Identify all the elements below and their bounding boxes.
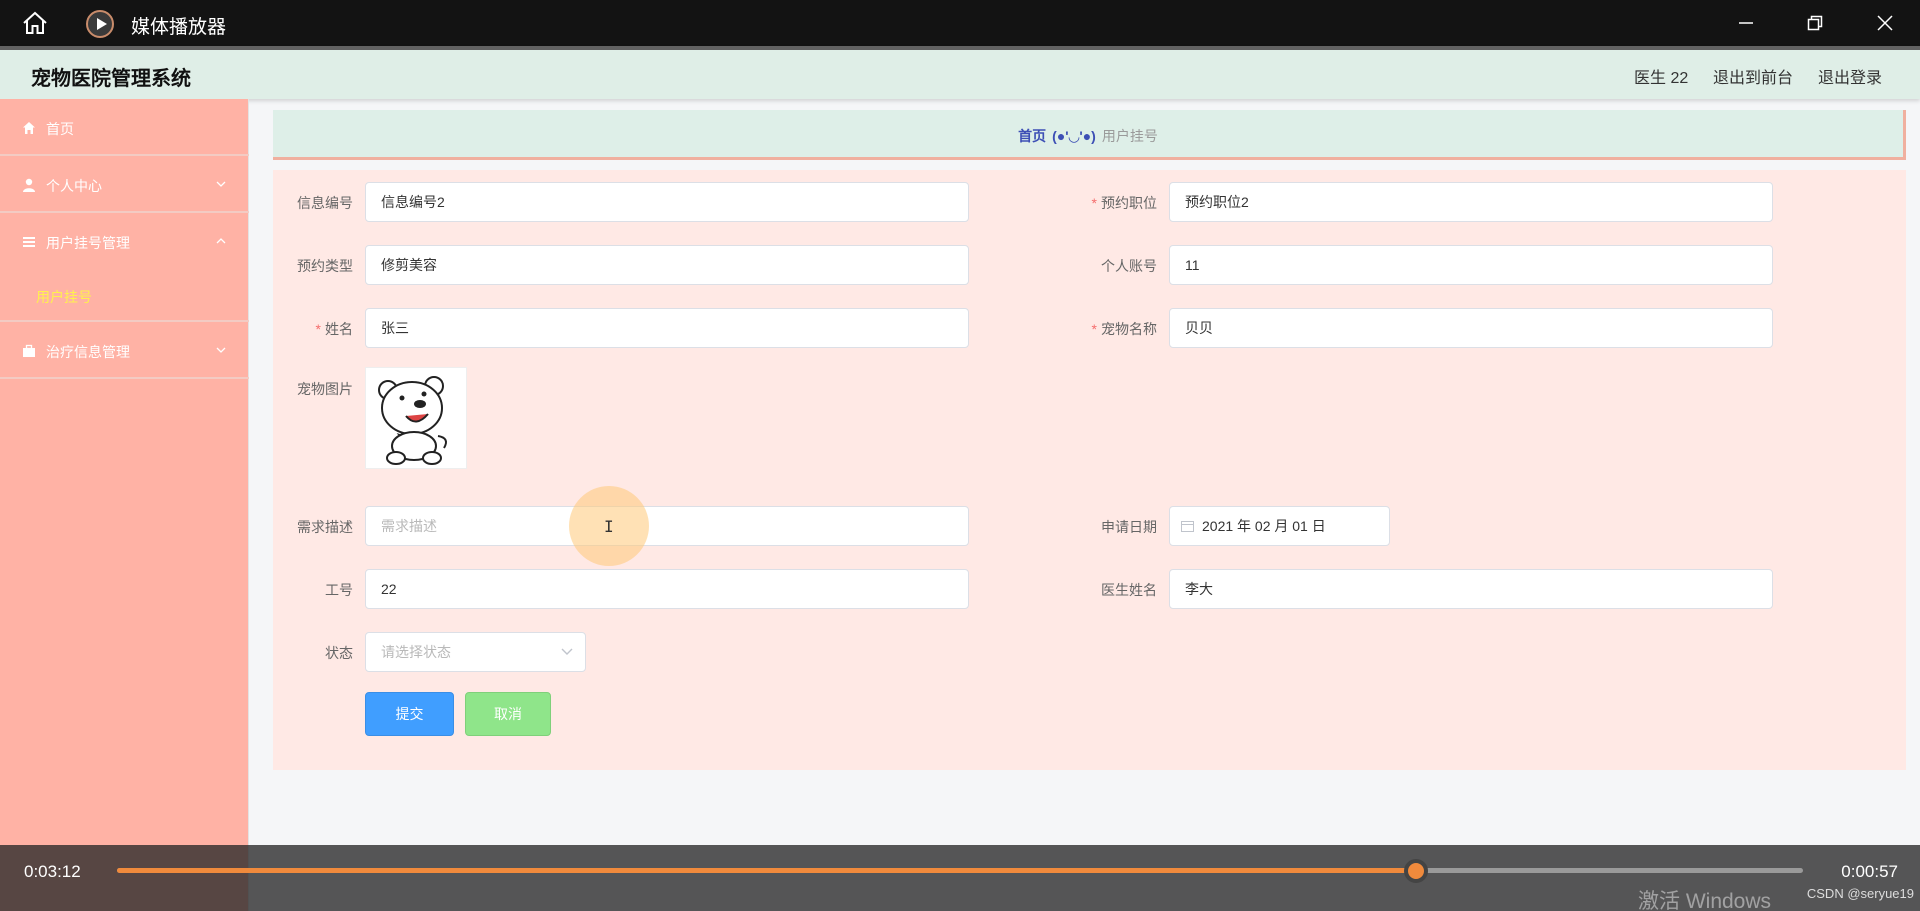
position-label: * 预约职位 <box>1091 195 1157 211</box>
name-label: * 姓名 <box>315 321 353 337</box>
breadcrumb-home[interactable]: 首页 <box>1018 128 1046 144</box>
status-label: 状态 <box>325 645 353 661</box>
breadcrumb-separator: (●'◡'●) <box>1052 128 1096 144</box>
work-no-input[interactable]: 22 <box>365 569 969 609</box>
minimize-icon <box>1739 22 1753 24</box>
logout-link[interactable]: 退出登录 <box>1818 64 1882 88</box>
pet-pic-label: 宠物图片 <box>297 381 353 397</box>
sidebar-item-label: 用户挂号管理 <box>46 235 130 251</box>
chevron-up-icon <box>216 238 226 244</box>
sidebar-item-home[interactable]: 首页 <box>0 99 249 156</box>
media-player-logo-icon <box>86 10 114 38</box>
demand-label: 需求描述 <box>297 519 353 535</box>
breadcrumb-current: 用户挂号 <box>1101 128 1158 144</box>
work-no-label: 工号 <box>325 582 353 598</box>
restore-button[interactable] <box>1792 8 1838 38</box>
sidebar-item-treatment-management[interactable]: 治疗信息管理 <box>0 322 249 379</box>
type-input[interactable]: 修剪美容 <box>365 245 969 285</box>
sidebar-item-registration-management[interactable]: 用户挂号管理 <box>0 213 249 270</box>
cancel-button[interactable]: 取消 <box>465 692 551 736</box>
bear-cartoon-image <box>378 376 447 465</box>
close-button[interactable] <box>1862 8 1908 38</box>
seek-bar-fill <box>117 868 1417 873</box>
apply-date-value: 2021 年 02 月 01 日 <box>1202 518 1326 534</box>
restore-icon <box>1807 15 1823 31</box>
account-input[interactable]: 11 <box>1169 245 1773 285</box>
chevron-down-icon <box>561 648 573 655</box>
breadcrumb: 首页 (●'◡'●) 用户挂号 <box>273 126 1903 146</box>
submit-button[interactable]: 提交 <box>365 692 454 736</box>
sidebar-subitem-user-registration[interactable]: 用户挂号 <box>0 270 249 320</box>
home-icon[interactable] <box>22 11 48 35</box>
time-elapsed: 0:03:12 <box>24 862 81 881</box>
pet-image[interactable] <box>365 367 467 469</box>
sidebar-item-personal-center[interactable]: 个人中心 <box>0 156 249 213</box>
info-no-input[interactable]: 信息编号2 <box>365 182 969 222</box>
minimize-button[interactable] <box>1723 8 1769 38</box>
position-input[interactable]: 预约职位2 <box>1169 182 1773 222</box>
account-label: 个人账号 <box>1101 258 1157 274</box>
time-remaining: 0:00:57 <box>1841 862 1898 881</box>
breadcrumb-bar: 首页 (●'◡'●) 用户挂号 <box>273 110 1906 160</box>
demand-input[interactable]: 需求描述 <box>365 506 969 546</box>
doctor-label: 医生姓名 <box>1101 582 1157 598</box>
calendar-icon <box>1181 521 1194 532</box>
credit-label: CSDN @seryue19 <box>1806 886 1914 901</box>
chevron-down-icon <box>216 181 226 187</box>
close-icon <box>1877 15 1893 31</box>
sidebar-subitem-label: 用户挂号 <box>36 289 92 305</box>
name-input[interactable]: 张三 <box>365 308 969 348</box>
windows-activation-watermark: 激活 Windows <box>1638 890 1772 911</box>
apply-date-picker[interactable]: 2021 年 02 月 01 日 <box>1169 506 1390 546</box>
home-icon <box>23 122 35 134</box>
current-user: 医生 22 <box>1634 70 1689 87</box>
pet-name-label: * 宠物名称 <box>1091 321 1157 337</box>
player-title-bar: 媒体播放器 <box>0 0 1920 46</box>
back-to-front-link[interactable]: 退出到前台 <box>1713 64 1793 88</box>
system-title: 宠物医院管理系统 <box>31 68 191 90</box>
app-header: 宠物医院管理系统 医生 22 退出到前台 退出登录 <box>0 46 1920 99</box>
type-label: 预约类型 <box>297 258 353 274</box>
text-cursor-icon: I <box>604 517 614 536</box>
status-select[interactable]: 请选择状态 <box>365 632 586 672</box>
status-select-placeholder: 请选择状态 <box>381 644 451 660</box>
info-no-label: 信息编号 <box>297 195 353 211</box>
sidebar-item-label: 首页 <box>46 121 74 137</box>
app-title: 媒体播放器 <box>131 17 227 38</box>
list-icon <box>23 237 35 247</box>
sidebar-item-label: 治疗信息管理 <box>46 344 130 360</box>
user-icon <box>23 178 35 192</box>
chevron-down-icon <box>216 347 226 353</box>
pet-name-input[interactable]: 贝贝 <box>1169 308 1773 348</box>
sidebar-item-label: 个人中心 <box>46 178 102 194</box>
player-controls: 0:03:12 0:00:57 激活 Windows CSDN @seryue1… <box>0 845 1920 911</box>
seek-bar[interactable] <box>117 859 1803 883</box>
briefcase-icon <box>23 344 35 357</box>
sidebar: 首页 个人中心 用户挂号管理 用户挂号 治疗信息管理 <box>0 99 249 911</box>
apply-date-label: 申请日期 <box>1101 519 1157 535</box>
doctor-input[interactable]: 李大 <box>1169 569 1773 609</box>
seek-bar-thumb[interactable] <box>1404 859 1429 883</box>
